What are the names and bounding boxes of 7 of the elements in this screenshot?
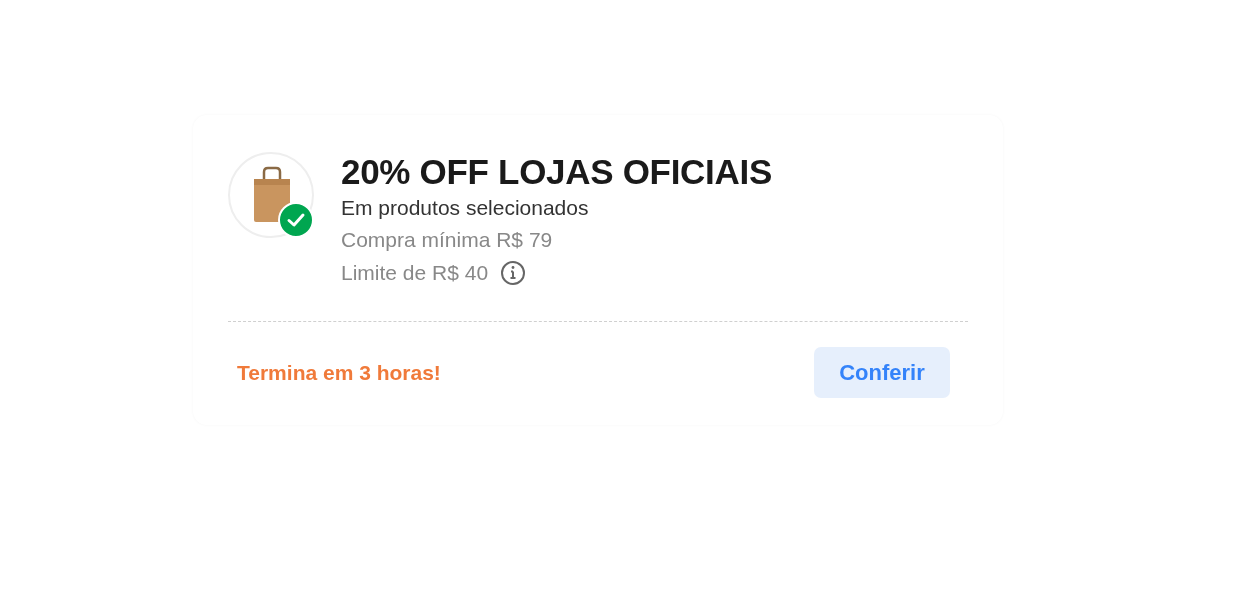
- minimum-purchase-text: Compra mínima R$ 79: [341, 227, 553, 253]
- expiry-text: Termina em 3 horas!: [237, 359, 441, 386]
- limit-text: Limite de R$ 40: [341, 260, 489, 286]
- coupon-title: 20% OFF LOJAS OFICIAIS: [341, 151, 772, 193]
- info-icon[interactable]: [500, 259, 527, 286]
- check-button[interactable]: Conferir: [814, 347, 950, 398]
- coupon-subtitle: Em produtos selecionados: [341, 195, 590, 221]
